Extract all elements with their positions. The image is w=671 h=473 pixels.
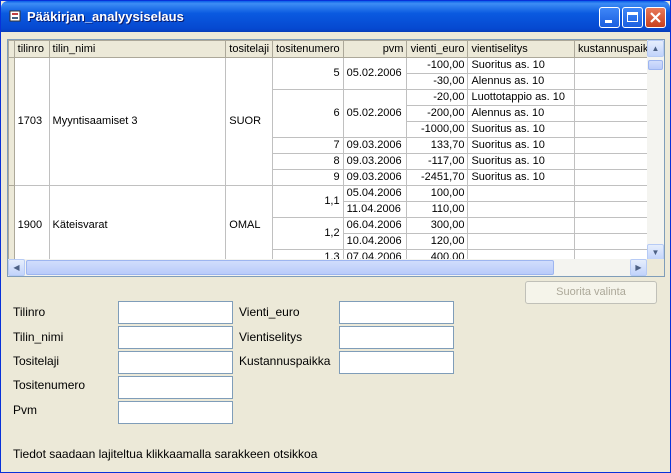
- cell-vientiselitys: Alennus as. 10: [467, 105, 575, 122]
- cell-pvm: 09.03.2006: [342, 137, 408, 154]
- cell-vientiselitys: Suoritus as. 10: [467, 137, 575, 154]
- cell-tilinro: 1900: [13, 185, 50, 266]
- maximize-icon: [627, 12, 638, 22]
- cell-pvm: 05.02.2006: [342, 89, 408, 138]
- column-header-vienti-euro[interactable]: vienti_euro: [406, 40, 469, 58]
- cell-tositenumero: 7: [272, 137, 344, 154]
- tilinro-input[interactable]: [118, 301, 233, 324]
- tilin-nimi-input[interactable]: [118, 326, 233, 349]
- cell-vientiselitys: Luottotappio as. 10: [467, 89, 575, 106]
- pvm-input[interactable]: [118, 401, 233, 424]
- maximize-button[interactable]: [622, 7, 643, 28]
- cell-pvm: 09.03.2006: [342, 153, 408, 170]
- cell-tositenumero: 1,2: [272, 217, 344, 250]
- vienti-euro-input[interactable]: [339, 301, 454, 324]
- label-vientiselitys: Vientiselitys: [239, 330, 303, 344]
- scrollbar-corner: [647, 259, 664, 276]
- cell-vienti-euro: -2451,70: [406, 169, 469, 186]
- cell-vientiselitys: Suoritus as. 10: [467, 153, 575, 170]
- window-title: Pääkirjan_analyysiselaus: [27, 9, 184, 24]
- cell-vientiselitys: Suoritus as. 10: [467, 57, 575, 74]
- cell-pvm: 10.04.2006: [342, 233, 408, 250]
- cell-vientiselitys: [467, 201, 575, 218]
- cell-tositenumero: 5: [272, 57, 344, 90]
- label-tilin-nimi: Tilin_nimi: [13, 330, 64, 344]
- arrow-down-icon: ▼: [651, 248, 660, 257]
- cell-vientiselitys: Suoritus as. 10: [467, 121, 575, 138]
- help-text: Tiedot saadaan lajiteltua klikkaamalla s…: [13, 447, 318, 461]
- label-vienti-euro: Vienti_euro: [239, 305, 300, 319]
- cell-tilin-nimi: Myyntisaamiset 3: [48, 57, 227, 186]
- cell-tositenumero: 6: [272, 89, 344, 138]
- column-header-vientiselitys[interactable]: vientiselitys: [467, 40, 575, 58]
- cell-vienti-euro: 110,00: [406, 201, 469, 218]
- data-grid[interactable]: tilinro tilin_nimi tositelaji tositenume…: [7, 39, 665, 277]
- minimize-button[interactable]: [599, 7, 620, 28]
- cell-tositenumero: 1,1: [272, 185, 344, 218]
- cell-pvm: 05.02.2006: [342, 57, 408, 90]
- column-header-pvm[interactable]: pvm: [342, 40, 408, 58]
- label-pvm: Pvm: [13, 403, 37, 417]
- tositelaji-input[interactable]: [118, 351, 233, 374]
- table-row[interactable]: 1900 Käteisvarat OMAL 1,1 05.04.2006 100…: [8, 185, 664, 266]
- cell-vienti-euro: -117,00: [406, 153, 469, 170]
- cell-vienti-euro: -100,00: [406, 57, 469, 74]
- cell-tilinro: 1703: [13, 57, 50, 186]
- run-selection-button[interactable]: Suorita valinta: [525, 281, 657, 304]
- column-header-tilinro[interactable]: tilinro: [13, 40, 50, 58]
- cell-vienti-euro: 100,00: [406, 185, 469, 202]
- scroll-up-button[interactable]: ▲: [647, 40, 664, 57]
- cell-tositelaji: SUOR: [225, 57, 274, 186]
- label-tilinro: Tilinro: [13, 305, 46, 319]
- form-icon: [9, 10, 21, 22]
- horizontal-scroll-thumb[interactable]: [26, 260, 554, 275]
- vertical-scroll-thumb[interactable]: [648, 60, 663, 70]
- scroll-left-button[interactable]: ◀: [8, 259, 25, 276]
- minimize-icon: [605, 20, 612, 23]
- cell-vienti-euro: 300,00: [406, 217, 469, 234]
- kustannuspaikka-input[interactable]: [339, 351, 454, 374]
- close-button[interactable]: [645, 7, 666, 28]
- cell-vientiselitys: Suoritus as. 10: [467, 169, 575, 186]
- label-tositenumero: Tositenumero: [13, 378, 86, 392]
- cell-vienti-euro: -1000,00: [406, 121, 469, 138]
- cell-vienti-euro: 133,70: [406, 137, 469, 154]
- app-window: Pääkirjan_analyysiselaus tilinro tilin_n…: [0, 0, 671, 473]
- cell-tilin-nimi: Käteisvarat: [48, 185, 227, 266]
- column-header-tositelaji[interactable]: tositelaji: [225, 40, 274, 58]
- vertical-scrollbar[interactable]: ▲ ▼: [647, 40, 664, 261]
- cell-tositenumero: 9: [272, 169, 344, 186]
- column-header-tositenumero[interactable]: tositenumero: [272, 40, 344, 58]
- cell-vientiselitys: [467, 217, 575, 234]
- cell-vientiselitys: [467, 185, 575, 202]
- label-kustannuspaikka: Kustannuspaikka: [239, 354, 331, 368]
- arrow-up-icon: ▲: [651, 44, 660, 53]
- cell-vienti-euro: -30,00: [406, 73, 469, 90]
- cell-pvm: 06.04.2006: [342, 217, 408, 234]
- cell-vienti-euro: -20,00: [406, 89, 469, 106]
- cell-tositelaji: OMAL: [225, 185, 274, 266]
- cell-vientiselitys: Alennus as. 10: [467, 73, 575, 90]
- cell-pvm: 05.04.2006: [342, 185, 408, 202]
- tositenumero-input[interactable]: [118, 376, 233, 399]
- arrow-left-icon: ◀: [13, 263, 20, 272]
- cell-pvm: 09.03.2006: [342, 169, 408, 186]
- cell-vienti-euro: 120,00: [406, 233, 469, 250]
- close-icon: [650, 12, 661, 23]
- scroll-right-button[interactable]: ▶: [630, 259, 647, 276]
- arrow-right-icon: ▶: [635, 263, 642, 272]
- title-bar[interactable]: Pääkirjan_analyysiselaus: [1, 1, 670, 32]
- cell-vienti-euro: -200,00: [406, 105, 469, 122]
- grid-table: tilinro tilin_nimi tositelaji tositenume…: [8, 40, 664, 266]
- column-header-tilin-nimi[interactable]: tilin_nimi: [48, 40, 227, 58]
- cell-vientiselitys: [467, 233, 575, 250]
- vientiselitys-input[interactable]: [339, 326, 454, 349]
- table-row[interactable]: 1703 Myyntisaamiset 3 SUOR 5 05.02.2006 …: [8, 57, 664, 186]
- label-tositelaji: Tositelaji: [13, 354, 60, 368]
- cell-pvm: 11.04.2006: [342, 201, 408, 218]
- cell-tositenumero: 8: [272, 153, 344, 170]
- horizontal-scrollbar[interactable]: ◀ ▶: [8, 259, 647, 276]
